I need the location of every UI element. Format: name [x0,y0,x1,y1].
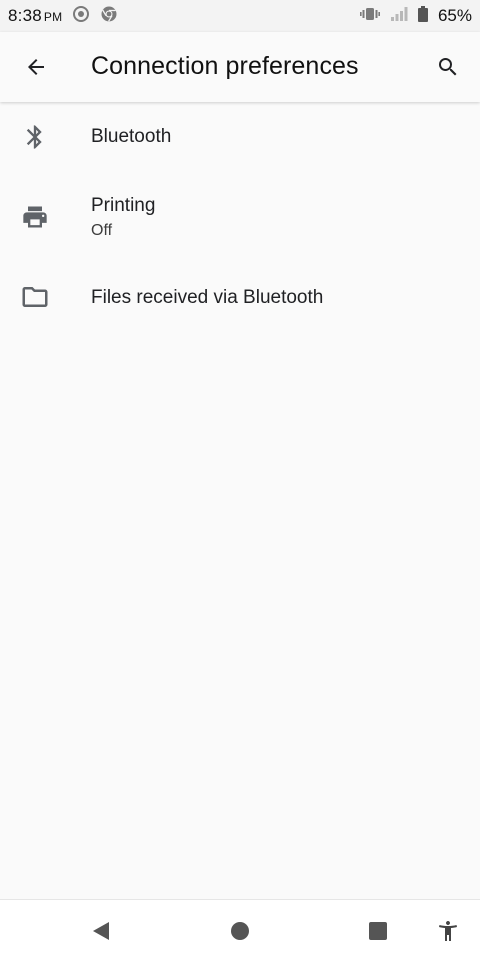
chrome-icon [100,5,118,28]
nav-recents-button[interactable] [361,914,395,948]
pref-text-bluetooth: Bluetooth [91,125,171,149]
preference-list: Bluetooth Printing Off Files received vi… [0,102,480,308]
nav-back-button[interactable] [84,914,118,948]
pref-summary: Off [91,222,113,239]
search-button[interactable] [426,45,470,89]
status-bar: 8:38 PM 65% [0,0,480,32]
pref-text-printing: Printing Off [91,194,155,241]
battery-icon [417,5,428,27]
battery-percent: 65% [437,6,472,25]
nav-home-button[interactable] [223,914,257,948]
status-ampm: PM [43,10,63,24]
status-right: 65% [359,5,472,27]
pref-title: Files received via Bluetooth [91,287,324,308]
pref-item-bluetooth[interactable]: Bluetooth [0,102,480,172]
pref-item-printing[interactable]: Printing Off [0,172,480,262]
back-button[interactable] [14,45,58,89]
pref-item-files-received[interactable]: Files received via Bluetooth [0,262,480,332]
pref-text-files: Files received via Bluetooth [91,286,323,310]
pref-title: Printing [91,195,156,216]
signal-icon [390,6,408,27]
status-time-value: 8:38 [8,6,42,25]
navigation-bar [0,899,480,961]
vibrate-icon [359,6,380,27]
bluetooth-icon [20,122,50,152]
search-icon [439,58,457,76]
arrow-back-icon [28,59,44,75]
accessibility-button[interactable] [431,914,465,948]
pref-title: Bluetooth [91,126,172,147]
recents-square-icon [369,922,387,940]
app-bar: Connection preferences [0,32,480,102]
status-time: 8:38 PM [8,6,62,26]
page-title: Connection preferences [91,52,359,80]
screen-record-icon [72,5,90,28]
accessibility-icon [439,921,457,941]
back-triangle-icon [93,922,109,940]
home-circle-icon [231,922,249,940]
printer-icon [20,202,50,232]
folder-icon [20,282,50,312]
status-left: 8:38 PM [8,5,118,28]
